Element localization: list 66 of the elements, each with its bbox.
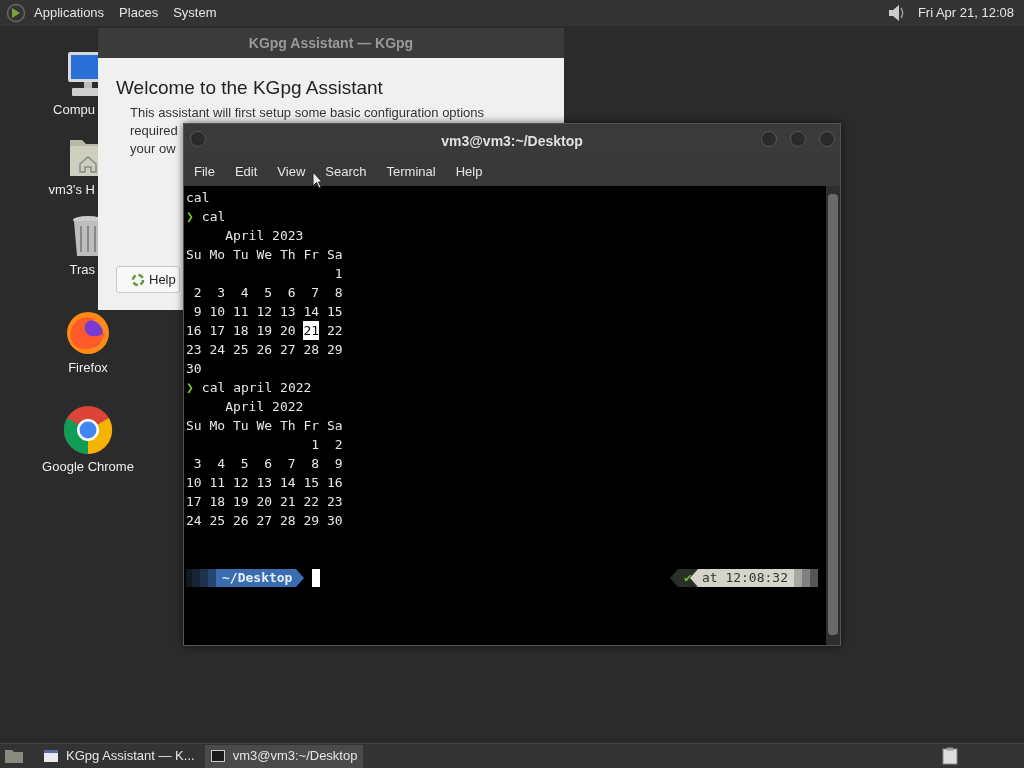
minimize-button[interactable] bbox=[761, 131, 777, 147]
menu-item[interactable]: Help bbox=[455, 162, 483, 182]
terminal-line: 3 4 5 6 7 8 9 bbox=[192, 455, 343, 473]
terminal-line: cal bbox=[186, 189, 210, 207]
segment-arrow bbox=[296, 568, 305, 587]
desktop-icon-label[interactable]: Google Chrome bbox=[42, 457, 134, 477]
folder-icon[interactable] bbox=[4, 748, 24, 764]
terminal-line: 16 17 18 19 20 bbox=[186, 322, 297, 340]
mouse-pointer-icon bbox=[312, 171, 323, 189]
panel-menu[interactable]: System bbox=[173, 3, 217, 23]
terminal-line: 9 10 11 12 13 14 15 bbox=[192, 303, 343, 321]
desktop-icon-label[interactable]: vm3's H bbox=[48, 180, 95, 200]
ring-logo-icon bbox=[63, 405, 113, 455]
terminal-line: 10 11 12 13 14 15 16 bbox=[186, 474, 343, 492]
terminal-line: 23 24 25 26 27 28 29 bbox=[186, 341, 343, 359]
panel-menu[interactable]: Applications bbox=[34, 3, 105, 23]
maximize-button[interactable] bbox=[790, 131, 806, 147]
desktop-icon-label[interactable]: Compu bbox=[53, 100, 95, 120]
terminal-line: 2 3 4 5 6 7 8 bbox=[192, 284, 343, 302]
terminal-line: cal bbox=[201, 208, 226, 226]
dialog-text: your ow bbox=[130, 140, 176, 157]
desktop-icon-label[interactable]: Firefox bbox=[68, 358, 108, 378]
menu-item[interactable]: View bbox=[277, 162, 306, 182]
path-segment: ~/Desktop bbox=[216, 568, 297, 587]
menu-item[interactable]: File bbox=[194, 162, 215, 182]
menu-item[interactable]: Edit bbox=[234, 162, 258, 182]
highlighted-day: 21 bbox=[303, 321, 320, 340]
taskbar-button[interactable]: vm3@vm3:~/Desktop bbox=[204, 744, 364, 768]
window-title: KGpg Assistant — KGpg bbox=[98, 28, 564, 58]
window-title: vm3@vm3:~/Desktop bbox=[441, 131, 583, 151]
menu-item[interactable]: Terminal bbox=[386, 162, 436, 182]
globe-logo-icon bbox=[65, 310, 111, 356]
terminal-line: 30 bbox=[186, 360, 202, 378]
desktop-icon-label[interactable]: Tras bbox=[69, 260, 95, 280]
stripes-drawing bbox=[186, 568, 216, 587]
terminal-line: 1 2 bbox=[310, 436, 343, 454]
window-icon bbox=[44, 750, 58, 762]
terminal-line: 24 25 26 27 28 29 30 bbox=[186, 512, 343, 530]
stripes-drawing bbox=[794, 568, 818, 587]
terminal-line: April 2023 bbox=[224, 227, 304, 245]
taskbar-button[interactable]: KGpg Assistant — K... bbox=[38, 744, 201, 768]
terminal-line: 1 bbox=[333, 265, 343, 283]
help-button[interactable]: Help bbox=[116, 266, 180, 293]
menu-item[interactable]: Search bbox=[325, 162, 367, 182]
time-segment: at 12:08:32 bbox=[697, 568, 794, 587]
terminal-line: Su Mo Tu We Th Fr Sa bbox=[186, 417, 343, 435]
scrollbar[interactable] bbox=[826, 186, 840, 645]
terminal-line: cal april 2022 bbox=[201, 379, 312, 397]
clipboard-icon[interactable] bbox=[942, 747, 958, 765]
help-icon bbox=[131, 272, 145, 287]
panel-menu[interactable]: Places bbox=[119, 3, 159, 23]
clock[interactable]: Fri Apr 21, 12:08 bbox=[917, 3, 1014, 23]
terminal-line: April 2022 bbox=[224, 398, 304, 416]
dialog-text: This assistant will first setup some basic configuration options bbox=[130, 104, 485, 121]
prompt-symbol: ❯ bbox=[186, 379, 194, 397]
terminal-line: Su Mo Tu We Th Fr Sa bbox=[186, 246, 343, 264]
dialog-text: required bbox=[130, 122, 178, 139]
terminal-line: 17 18 19 20 21 22 23 bbox=[186, 493, 343, 511]
text-cursor bbox=[312, 568, 321, 587]
close-button[interactable] bbox=[819, 131, 835, 147]
logo-icon bbox=[6, 3, 26, 23]
prompt-symbol: ❯ bbox=[186, 208, 194, 226]
terminal-line: 22 bbox=[325, 322, 343, 340]
terminal-icon bbox=[210, 750, 225, 762]
window-menu-button[interactable] bbox=[190, 131, 206, 147]
dialog-heading: Welcome to the KGpg Assistant bbox=[116, 76, 383, 100]
